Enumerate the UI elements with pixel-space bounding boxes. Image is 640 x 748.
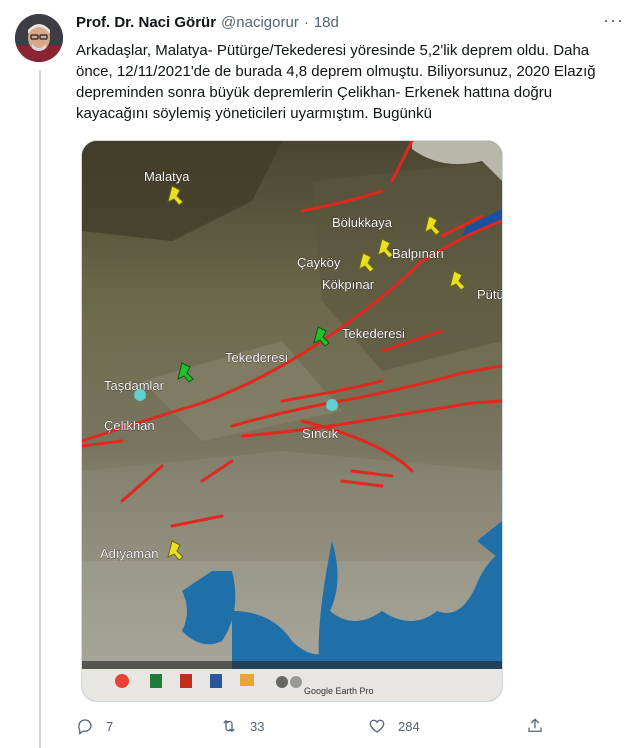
like-count: 284 [398, 718, 420, 734]
svg-text:Taşdamlar: Taşdamlar [104, 378, 165, 393]
fault-map-image: Malatya Bölukkaya Balpınarı Çayköy Kökpı… [82, 141, 502, 701]
author-handle[interactable]: @nacigorur [221, 14, 299, 31]
tweet-timestamp[interactable]: 18d [314, 14, 339, 31]
svg-text:Çelikhan: Çelikhan [104, 418, 155, 433]
reply-count: 7 [106, 718, 114, 734]
word-icon [210, 674, 222, 688]
app-icon [276, 676, 288, 688]
avatar[interactable] [15, 14, 63, 62]
svg-text:Malatya: Malatya [144, 169, 190, 184]
reply-button[interactable]: 7 [76, 712, 113, 740]
svg-text:Pütü: Pütü [477, 287, 502, 302]
app-icon [290, 676, 302, 688]
tweet-media-photo[interactable]: Malatya Bölukkaya Balpınarı Çayköy Kökpı… [81, 140, 503, 702]
avatar-image [15, 14, 63, 62]
svg-text:Adıyaman: Adıyaman [100, 546, 159, 561]
svg-text:Tekederesi: Tekederesi [342, 326, 405, 341]
tweet-actions: 7 33 284 [76, 712, 546, 740]
svg-text:Google Earth Pro: Google Earth Pro [304, 686, 374, 696]
more-options-icon[interactable]: ··· [603, 10, 624, 31]
like-button[interactable]: 284 [368, 712, 420, 740]
tweet-text: Arkadaşlar, Malatya- Pütürge/Tekederesi … [76, 42, 596, 122]
svg-text:Kökpınar: Kökpınar [322, 277, 375, 292]
share-button[interactable] [526, 712, 556, 740]
reply-icon [78, 719, 92, 735]
share-icon [528, 718, 542, 732]
files-icon [240, 674, 254, 686]
chrome-icon [115, 674, 129, 688]
thread-line [39, 70, 41, 748]
author-name[interactable]: Prof. Dr. Naci Görür [76, 14, 216, 31]
retweet-button[interactable]: 33 [220, 712, 264, 740]
tweet-header: Prof. Dr. Naci Görür @nacigorur · 18d [76, 14, 600, 36]
svg-text:Balpınarı: Balpınarı [392, 246, 444, 261]
svg-text:Çayköy: Çayköy [297, 255, 341, 270]
retweet-icon [223, 719, 235, 733]
separator-dot: · [303, 14, 309, 31]
excel-icon [150, 674, 162, 688]
svg-text:Sıncık: Sıncık [302, 426, 339, 441]
heart-icon [369, 719, 385, 733]
retweet-count: 33 [250, 718, 265, 734]
pdf-icon [180, 674, 192, 688]
svg-text:Bölukkaya: Bölukkaya [332, 215, 393, 230]
svg-text:Tekederesi: Tekederesi [225, 350, 288, 365]
monitor-taskbar: Google Earth Pro [82, 669, 502, 701]
